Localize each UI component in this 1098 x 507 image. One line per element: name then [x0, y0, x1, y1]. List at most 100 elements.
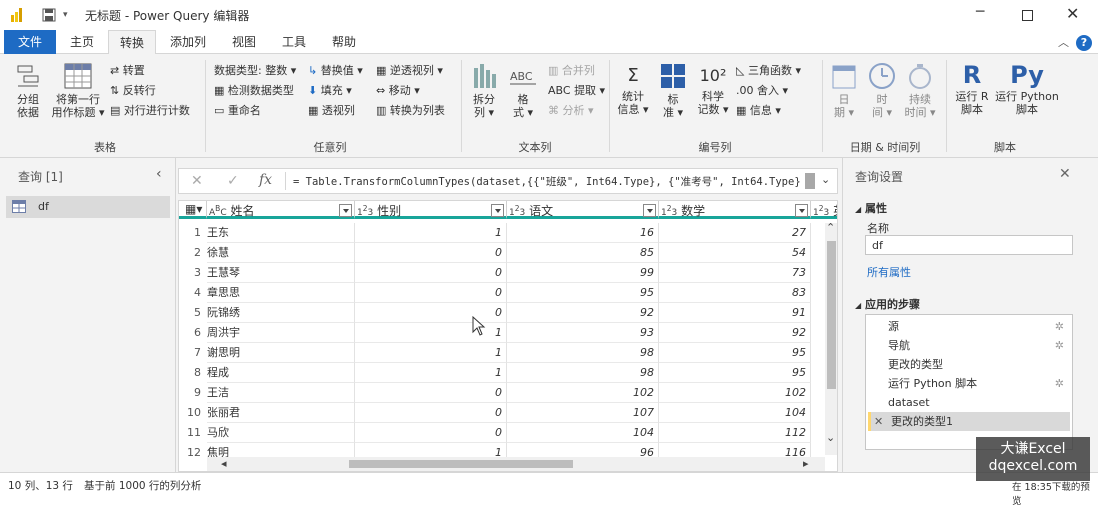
merge-columns-button[interactable]: ▥ 合并列	[548, 64, 595, 77]
save-icon[interactable]	[42, 8, 56, 22]
table-cell-chinese[interactable]: 16	[507, 223, 659, 243]
table-cell-gender[interactable]: 1	[355, 223, 507, 243]
applied-steps-header[interactable]: ◢ 应用的步骤	[855, 296, 920, 312]
tab-view[interactable]: 视图	[222, 30, 266, 54]
parse-button[interactable]: ⌘ 分析 ▾	[548, 104, 594, 117]
horizontal-scrollbar[interactable]: ◂ ▸	[207, 457, 825, 471]
move-button[interactable]: ⇔ 移动 ▾	[376, 84, 420, 97]
table-cell-gender[interactable]: 0	[355, 243, 507, 263]
properties-section-header[interactable]: ◢ 属性	[855, 200, 887, 216]
count-rows-button[interactable]: ▤ 对行进行计数	[110, 104, 190, 117]
table-cell-gender[interactable]: 0	[355, 283, 507, 303]
column-filter-dropdown[interactable]	[491, 204, 504, 217]
tab-tools[interactable]: 工具	[272, 30, 316, 54]
extract-button[interactable]: ABC 提取 ▾	[548, 84, 605, 97]
table-cell-gender[interactable]: 0	[355, 383, 507, 403]
table-cell-chinese[interactable]: 98	[507, 363, 659, 383]
scroll-right-icon[interactable]: ▸	[803, 457, 809, 470]
expand-formula-icon[interactable]: ⌄	[821, 173, 830, 186]
column-filter-dropdown[interactable]	[643, 204, 656, 217]
reverse-rows-button[interactable]: ⇅ 反转行	[110, 84, 156, 97]
applied-step[interactable]: 导航 ✲	[868, 336, 1070, 355]
close-button[interactable]: ✕	[1066, 4, 1079, 23]
trigonometry-button[interactable]: ◺ 三角函数 ▾	[736, 64, 801, 77]
tab-transform[interactable]: 转换	[108, 30, 156, 55]
detect-type-button[interactable]: ▦ 检测数据类型	[214, 84, 294, 97]
group-by-button[interactable]: 分组 依据	[10, 62, 46, 119]
table-cell-chinese[interactable]: 99	[507, 263, 659, 283]
applied-step[interactable]: 运行 Python 脚本 ✲	[868, 374, 1070, 393]
minimize-button[interactable]: ─	[976, 4, 984, 20]
column-filter-dropdown[interactable]	[795, 204, 808, 217]
table-cell-gender[interactable]: 0	[355, 403, 507, 423]
duration-button[interactable]: 持续 时间 ▾	[902, 62, 938, 119]
table-cell-math[interactable]: 91	[659, 303, 811, 323]
table-cell-chinese[interactable]: 102	[507, 383, 659, 403]
table-cell-name[interactable]: 马欣	[207, 423, 355, 443]
table-cell-name[interactable]: 谢思明	[207, 343, 355, 363]
formula-scroll-thumb[interactable]	[805, 173, 815, 189]
all-properties-link[interactable]: 所有属性	[867, 264, 911, 280]
fx-icon[interactable]: fx	[259, 172, 272, 188]
table-cell-math[interactable]: 27	[659, 223, 811, 243]
split-column-button[interactable]: 拆分 列 ▾	[468, 62, 500, 119]
run-r-script-button[interactable]: R 运行 R 脚本	[952, 60, 992, 116]
rounding-button[interactable]: .00 舍入 ▾	[736, 84, 788, 97]
column-filter-dropdown[interactable]	[339, 204, 352, 217]
scroll-left-icon[interactable]: ◂	[221, 457, 227, 470]
first-row-header-button[interactable]: 将第一行 用作标题 ▾	[50, 62, 106, 119]
table-cell-chinese[interactable]: 92	[507, 303, 659, 323]
table-cell-math[interactable]: 102	[659, 383, 811, 403]
replace-values-button[interactable]: ↳ 替换值 ▾	[308, 64, 363, 77]
table-cell-gender[interactable]: 1	[355, 343, 507, 363]
table-cell-math[interactable]: 54	[659, 243, 811, 263]
fill-button[interactable]: ⬇ 填充 ▾	[308, 84, 352, 97]
table-cell-math[interactable]: 92	[659, 323, 811, 343]
table-cell-name[interactable]: 王慧琴	[207, 263, 355, 283]
delete-step-icon[interactable]: ✕	[874, 412, 883, 431]
tab-add-column[interactable]: 添加列	[162, 30, 214, 54]
table-cell-name[interactable]: 阮锦绣	[207, 303, 355, 323]
column-header-name[interactable]: ABC 姓名	[207, 201, 355, 219]
to-list-button[interactable]: ▥ 转换为列表	[376, 104, 445, 117]
table-cell-math[interactable]: 95	[659, 343, 811, 363]
table-cell-name[interactable]: 王洁	[207, 383, 355, 403]
format-button[interactable]: ABC 格 式 ▾	[506, 62, 540, 119]
date-button[interactable]: 日 期 ▾	[828, 62, 860, 119]
query-item-df[interactable]: df	[6, 196, 170, 218]
transpose-button[interactable]: ⇄ 转置	[110, 64, 145, 77]
step-settings-gear-icon[interactable]: ✲	[1055, 336, 1064, 355]
table-cell-gender[interactable]: 1	[355, 363, 507, 383]
table-cell-chinese[interactable]: 104	[507, 423, 659, 443]
table-cell-gender[interactable]: 0	[355, 263, 507, 283]
tab-help[interactable]: 帮助	[322, 30, 366, 54]
cancel-formula-icon[interactable]: ✕	[191, 173, 203, 189]
standard-button[interactable]: 标 准 ▾	[656, 62, 690, 119]
column-header-english[interactable]: 123 英	[811, 201, 837, 219]
collapse-ribbon-icon[interactable]: ︿	[1058, 34, 1069, 50]
table-cell-name[interactable]: 程成	[207, 363, 355, 383]
formula-input[interactable]: = Table.TransformColumnTypes(dataset,{{"…	[293, 174, 803, 190]
table-cell-chinese[interactable]: 107	[507, 403, 659, 423]
table-cell-chinese[interactable]: 98	[507, 343, 659, 363]
rename-button[interactable]: ▭ 重命名	[214, 104, 261, 117]
column-header-gender[interactable]: 123 性别	[355, 201, 507, 219]
column-header-chinese[interactable]: 123 语文	[507, 201, 659, 219]
horizontal-scroll-thumb[interactable]	[349, 460, 573, 468]
vertical-scroll-thumb[interactable]	[827, 241, 836, 389]
scroll-down-icon[interactable]: ⌄	[826, 431, 835, 444]
column-header-math[interactable]: 123 数学	[659, 201, 811, 219]
applied-step[interactable]: dataset	[868, 393, 1070, 412]
information-button[interactable]: ▦ 信息 ▾	[736, 104, 781, 117]
collapse-queries-icon[interactable]: ‹	[156, 166, 162, 182]
table-cell-name[interactable]: 张丽君	[207, 403, 355, 423]
quick-access-dropdown-icon[interactable]: ▾	[63, 10, 68, 20]
table-cell-name[interactable]: 王东	[207, 223, 355, 243]
tab-home[interactable]: 主页	[60, 30, 104, 54]
data-type-dropdown[interactable]: 数据类型: 整数 ▾	[214, 64, 296, 77]
applied-step[interactable]: 源 ✲	[868, 317, 1070, 336]
step-settings-gear-icon[interactable]: ✲	[1055, 317, 1064, 336]
scientific-button[interactable]: 10² 科学 记数 ▾	[696, 62, 730, 116]
table-cell-name[interactable]: 周洪宇	[207, 323, 355, 343]
select-all-table-icon[interactable]: ▦▾	[179, 201, 207, 219]
